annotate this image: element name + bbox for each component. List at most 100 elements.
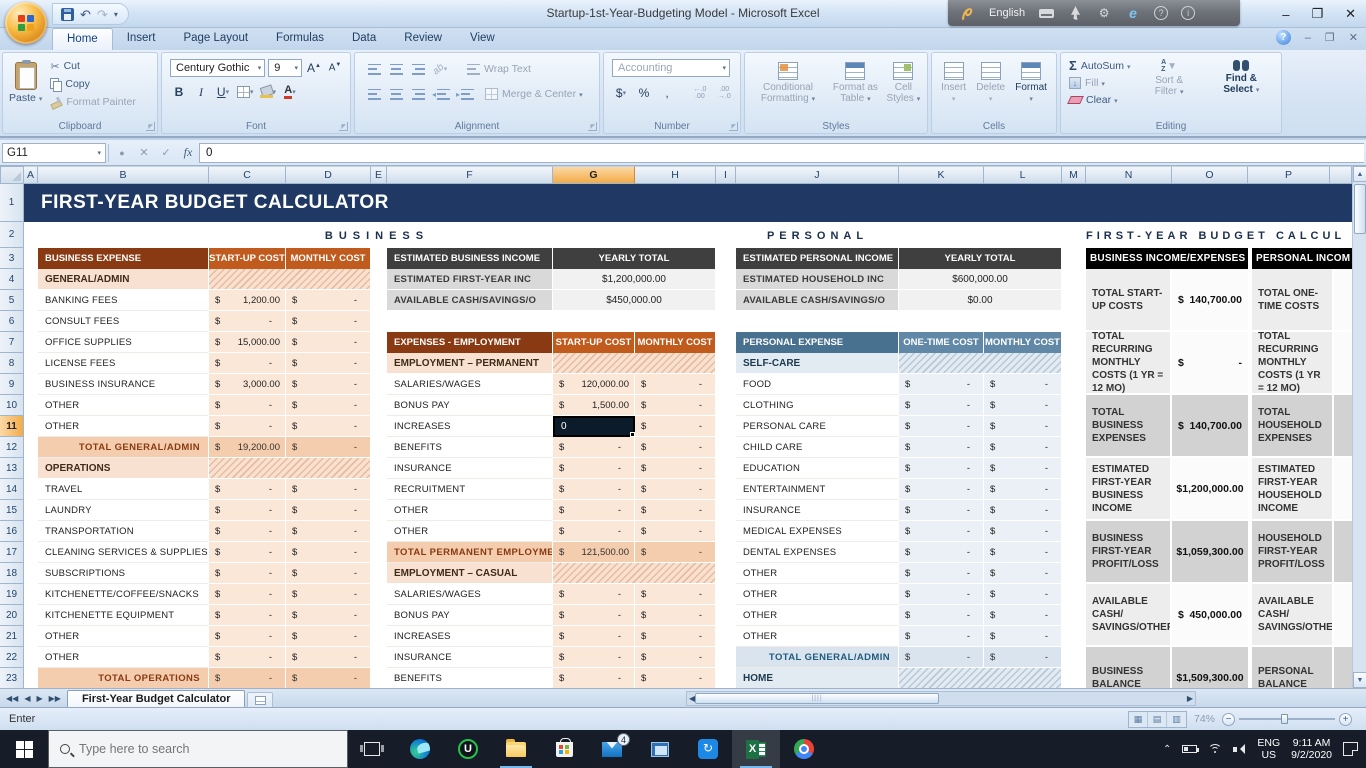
row-header-11[interactable]: 11: [0, 416, 24, 437]
cell-label[interactable]: SUBSCRIPTIONS: [38, 563, 209, 584]
cell-value[interactable]: $19,200.00: [209, 437, 286, 458]
cell-value[interactable]: $-: [209, 500, 286, 521]
format-as-table-button[interactable]: Format as Table: [827, 57, 884, 105]
close-button[interactable]: ✕: [1345, 6, 1356, 22]
cell-value[interactable]: $-: [286, 563, 371, 584]
select-all-corner[interactable]: [0, 166, 24, 184]
column-header-I[interactable]: I: [716, 166, 736, 184]
autosum-button[interactable]: Σ AutoSum: [1069, 57, 1131, 74]
cell-value[interactable]: $-: [286, 395, 371, 416]
file-explorer-button[interactable]: [492, 730, 540, 768]
increase-decimal-button[interactable]: ←.0 .00: [690, 84, 709, 102]
redo-icon[interactable]: ↷: [97, 8, 108, 21]
cell-label[interactable]: LICENSE FEES: [38, 353, 209, 374]
cell-label[interactable]: OTHER: [38, 647, 209, 668]
cell-value[interactable]: $-: [899, 479, 984, 500]
cell-value[interactable]: $-: [899, 563, 984, 584]
row-header-2[interactable]: 2: [0, 222, 24, 248]
row-header-21[interactable]: 21: [0, 626, 24, 647]
minimize-button[interactable]: –: [1282, 7, 1289, 22]
cell-value[interactable]: $-: [984, 542, 1062, 563]
cell-value[interactable]: $-: [286, 290, 371, 311]
number-format-select[interactable]: Accounting▾: [612, 59, 730, 77]
paste-button[interactable]: Paste: [9, 57, 42, 111]
cell-value[interactable]: $3,000.00: [209, 374, 286, 395]
section-label[interactable]: OPERATIONS: [38, 458, 209, 479]
shrink-font-button[interactable]: A▼: [326, 59, 344, 77]
cell-value[interactable]: $-: [984, 563, 1062, 584]
cell-value[interactable]: $-: [984, 500, 1062, 521]
copy-button[interactable]: Copy: [50, 75, 135, 93]
cell-label[interactable]: EDUCATION: [736, 458, 899, 479]
cell-value[interactable]: $-: [984, 584, 1062, 605]
formula-input[interactable]: 0: [199, 143, 1364, 163]
grow-font-button[interactable]: A▲: [305, 59, 323, 77]
cell-value[interactable]: $-: [209, 584, 286, 605]
cell-value[interactable]: $-: [209, 605, 286, 626]
cell-value[interactable]: $-: [984, 605, 1062, 626]
page-layout-view-button[interactable]: ▤: [1148, 712, 1167, 727]
cell-value[interactable]: $-: [984, 437, 1062, 458]
align-right-button[interactable]: [409, 85, 427, 103]
cell-label[interactable]: SALARIES/WAGES: [387, 374, 553, 395]
insert-function-icon[interactable]: fx: [177, 145, 199, 160]
bold-button[interactable]: B: [170, 83, 188, 101]
orientation-button[interactable]: ab▾: [431, 60, 449, 78]
cell-value[interactable]: $-: [984, 479, 1062, 500]
font-color-button[interactable]: A▾: [281, 83, 299, 101]
cell-value[interactable]: $-: [286, 584, 371, 605]
cell-label[interactable]: TOTAL OPERATIONS: [38, 668, 209, 688]
row-header-19[interactable]: 19: [0, 584, 24, 605]
cell-value[interactable]: $-: [209, 542, 286, 563]
cell-label[interactable]: CHILD CARE: [736, 437, 899, 458]
vertical-scrollbar[interactable]: ▲ ▼: [1352, 166, 1366, 688]
cell-value[interactable]: $-: [984, 395, 1062, 416]
excel-help-icon[interactable]: ?: [1276, 30, 1291, 45]
cell-value[interactable]: $-: [899, 605, 984, 626]
cell-value[interactable]: $-: [286, 668, 371, 688]
cell-value[interactable]: $-: [286, 353, 371, 374]
cell-value[interactable]: $-: [984, 458, 1062, 479]
cell-styles-button[interactable]: Cell Styles: [884, 57, 923, 105]
font-family-select[interactable]: Century Gothic▾: [170, 59, 265, 77]
italic-button[interactable]: I: [192, 83, 210, 101]
row-header-15[interactable]: 15: [0, 500, 24, 521]
cell-label[interactable]: TRAVEL: [38, 479, 209, 500]
cell-value[interactable]: $-: [553, 626, 635, 647]
cell-label[interactable]: OTHER: [38, 626, 209, 647]
income-value[interactable]: $600,000.00: [899, 269, 1062, 290]
row-header-10[interactable]: 10: [0, 395, 24, 416]
cell-value[interactable]: $-: [635, 374, 716, 395]
row-header-13[interactable]: 13: [0, 458, 24, 479]
tray-expand-icon[interactable]: ⌃: [1163, 744, 1171, 755]
accounting-format-button[interactable]: $▾: [612, 84, 630, 102]
cell-label[interactable]: KITCHENETTE/COFFEE/SNACKS: [38, 584, 209, 605]
cell-value[interactable]: $-: [553, 668, 635, 688]
format-cells-button[interactable]: Format ▾: [1015, 57, 1047, 103]
cell-value[interactable]: $-: [553, 647, 635, 668]
column-header-L[interactable]: L: [984, 166, 1062, 184]
cell-label[interactable]: TOTAL GENERAL/ADMIN: [736, 647, 899, 668]
cell-label[interactable]: BUSINESS INSURANCE: [38, 374, 209, 395]
cell-value[interactable]: $-: [553, 584, 635, 605]
cell-value[interactable]: $-: [899, 500, 984, 521]
section-hatch[interactable]: [899, 353, 1062, 374]
cell-label[interactable]: KITCHENETTE EQUIPMENT: [38, 605, 209, 626]
align-middle-button[interactable]: [387, 60, 405, 78]
cell-value[interactable]: $-: [209, 668, 286, 688]
cell-label[interactable]: CLEANING SERVICES & SUPPLIES: [38, 542, 209, 563]
row-header-8[interactable]: 8: [0, 353, 24, 374]
shareit-button[interactable]: ↻: [684, 730, 732, 768]
insert-worksheet-tab[interactable]: [247, 692, 273, 707]
column-header-J[interactable]: J: [736, 166, 899, 184]
action-center-icon[interactable]: [1343, 742, 1358, 756]
zoom-in-icon[interactable]: +: [1339, 713, 1352, 726]
cell-label[interactable]: OTHER: [736, 626, 899, 647]
task-view-button[interactable]: [348, 730, 396, 768]
column-header-D[interactable]: D: [286, 166, 371, 184]
column-header-O[interactable]: O: [1172, 166, 1248, 184]
row-header-23[interactable]: 23: [0, 668, 24, 688]
row-header-3[interactable]: 3: [0, 248, 24, 269]
row-header-7[interactable]: 7: [0, 332, 24, 353]
store-button[interactable]: [540, 730, 588, 768]
